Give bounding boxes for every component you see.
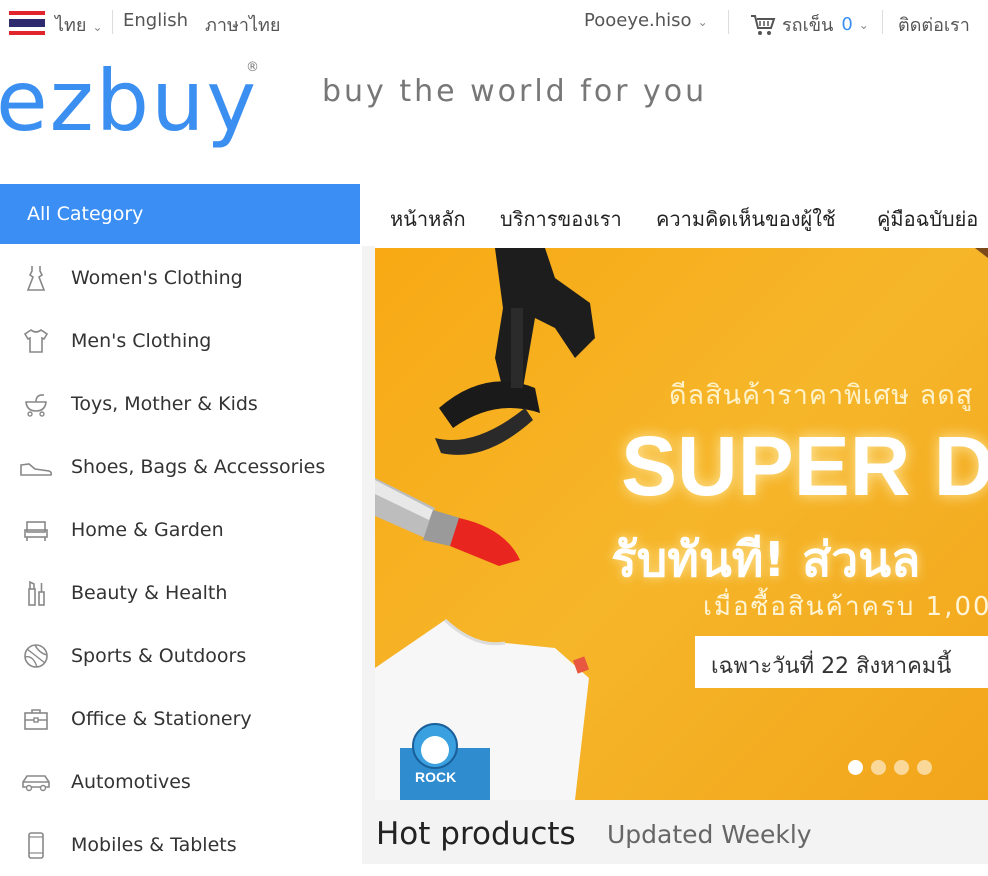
category-label: Automotives xyxy=(71,770,191,793)
cart-icon xyxy=(751,14,776,35)
sofa-icon xyxy=(18,515,54,545)
ball-icon xyxy=(18,641,54,671)
user-menu[interactable]: Pooeye.hiso ⌄ xyxy=(584,10,708,31)
top-bar: ไทย ⌄ English ภาษาไทย Pooeye.hiso ⌄ รถเข็น… xyxy=(0,0,988,44)
carousel-dots xyxy=(848,760,932,775)
category-toys-mother-kids[interactable]: Toys, Mother & Kids xyxy=(0,372,360,435)
language-selector[interactable]: ไทย ⌄ xyxy=(55,10,103,39)
category-mobiles-tablets[interactable]: Mobiles & Tablets xyxy=(0,813,360,876)
banner-condition: เมื่อซื้อสินค้าครบ 1,00 xyxy=(703,592,988,622)
hot-products-subtitle: Updated Weekly xyxy=(607,820,812,849)
phone-icon xyxy=(18,830,54,860)
category-label: Toys, Mother & Kids xyxy=(71,392,258,415)
category-label: Sports & Outdoors xyxy=(71,644,247,667)
nav-reviews[interactable]: ความคิดเห็นของผู้ใช้ xyxy=(656,203,836,235)
promo-banner[interactable]: ROCK ดีลสินค้าราคาพิเศษ ลดสู SUPER D รับ… xyxy=(375,248,988,800)
cart-count: 0 xyxy=(841,14,853,35)
sandal-image xyxy=(435,248,595,455)
chevron-down-icon: ⌄ xyxy=(92,20,103,34)
hot-products-header: Hot products Updated Weekly xyxy=(362,800,988,864)
cart-link[interactable]: รถเข็น 0 ⌄ xyxy=(750,10,869,39)
nav-home[interactable]: หน้าหลัก xyxy=(390,203,466,235)
dress-icon xyxy=(18,263,54,293)
carousel-dot-2[interactable] xyxy=(871,760,886,775)
briefcase-icon xyxy=(18,704,54,734)
nav-services[interactable]: บริการของเรา xyxy=(500,203,622,235)
category-shoes-bags[interactable]: Shoes, Bags & Accessories xyxy=(0,435,360,498)
category-label: Men's Clothing xyxy=(71,329,212,352)
language-current-label: ไทย xyxy=(55,15,87,36)
lang-thai-link[interactable]: ภาษาไทย xyxy=(205,10,280,39)
category-label: Office & Stationery xyxy=(71,707,252,730)
chevron-down-icon: ⌄ xyxy=(697,15,708,29)
contact-link[interactable]: ติดต่อเรา xyxy=(898,10,970,39)
cart-label: รถเข็น xyxy=(782,15,834,36)
car-icon xyxy=(18,767,54,797)
registered-mark: ® xyxy=(246,60,259,75)
svg-text:ROCK: ROCK xyxy=(415,769,456,785)
divider xyxy=(112,10,113,34)
divider xyxy=(728,10,729,34)
carousel-dot-4[interactable] xyxy=(917,760,932,775)
divider xyxy=(882,10,883,34)
thailand-flag-icon[interactable] xyxy=(9,11,45,35)
category-beauty-health[interactable]: Beauty & Health xyxy=(0,561,360,624)
banner-date-box: เฉพาะวันที่ 22 สิงหาคมนี้ xyxy=(695,636,988,688)
lang-english-link[interactable]: English xyxy=(123,10,188,31)
banner-headline: SUPER D xyxy=(621,419,988,513)
shoe-icon xyxy=(18,452,54,482)
category-label: Women's Clothing xyxy=(71,266,243,289)
shirt-icon xyxy=(18,326,54,356)
carousel-dot-1[interactable] xyxy=(848,760,863,775)
category-office-stationery[interactable]: Office & Stationery xyxy=(0,687,360,750)
hot-products-title: Hot products xyxy=(376,816,576,852)
category-label: Mobiles & Tablets xyxy=(71,833,237,856)
tshirt-image: ROCK xyxy=(375,618,590,800)
nav-guide[interactable]: คู่มือฉบับย่อ xyxy=(877,203,978,235)
category-sports-outdoors[interactable]: Sports & Outdoors xyxy=(0,624,360,687)
stroller-icon xyxy=(18,389,54,419)
ezbuy-logo[interactable]: ezbuy xyxy=(0,56,258,146)
tagline: buy the world for you xyxy=(322,74,708,109)
carousel-dot-3[interactable] xyxy=(894,760,909,775)
chevron-down-icon: ⌄ xyxy=(858,17,869,32)
cosmetics-icon xyxy=(18,578,54,608)
content-gutter xyxy=(362,246,375,800)
all-category-header[interactable]: All Category xyxy=(0,184,360,244)
category-label: Home & Garden xyxy=(71,518,224,541)
category-womens-clothing[interactable]: Women's Clothing xyxy=(0,246,360,309)
banner-subtitle: ดีลสินค้าราคาพิเศษ ลดสู xyxy=(669,380,974,411)
category-home-garden[interactable]: Home & Garden xyxy=(0,498,360,561)
username-label: Pooeye.hiso xyxy=(584,10,692,31)
category-mens-clothing[interactable]: Men's Clothing xyxy=(0,309,360,372)
category-label: Shoes, Bags & Accessories xyxy=(71,455,326,478)
category-list: Women's Clothing Men's Clothing Toys, Mo… xyxy=(0,246,360,876)
lipstick-image xyxy=(375,478,520,566)
category-automotives[interactable]: Automotives xyxy=(0,750,360,813)
banner-date-text: เฉพาะวันที่ 22 สิงหาคมนี้ xyxy=(711,654,952,679)
main-nav: หน้าหลัก บริการของเรา ความคิดเห็นของผู้ใ… xyxy=(362,184,988,246)
category-label: Beauty & Health xyxy=(71,581,228,604)
